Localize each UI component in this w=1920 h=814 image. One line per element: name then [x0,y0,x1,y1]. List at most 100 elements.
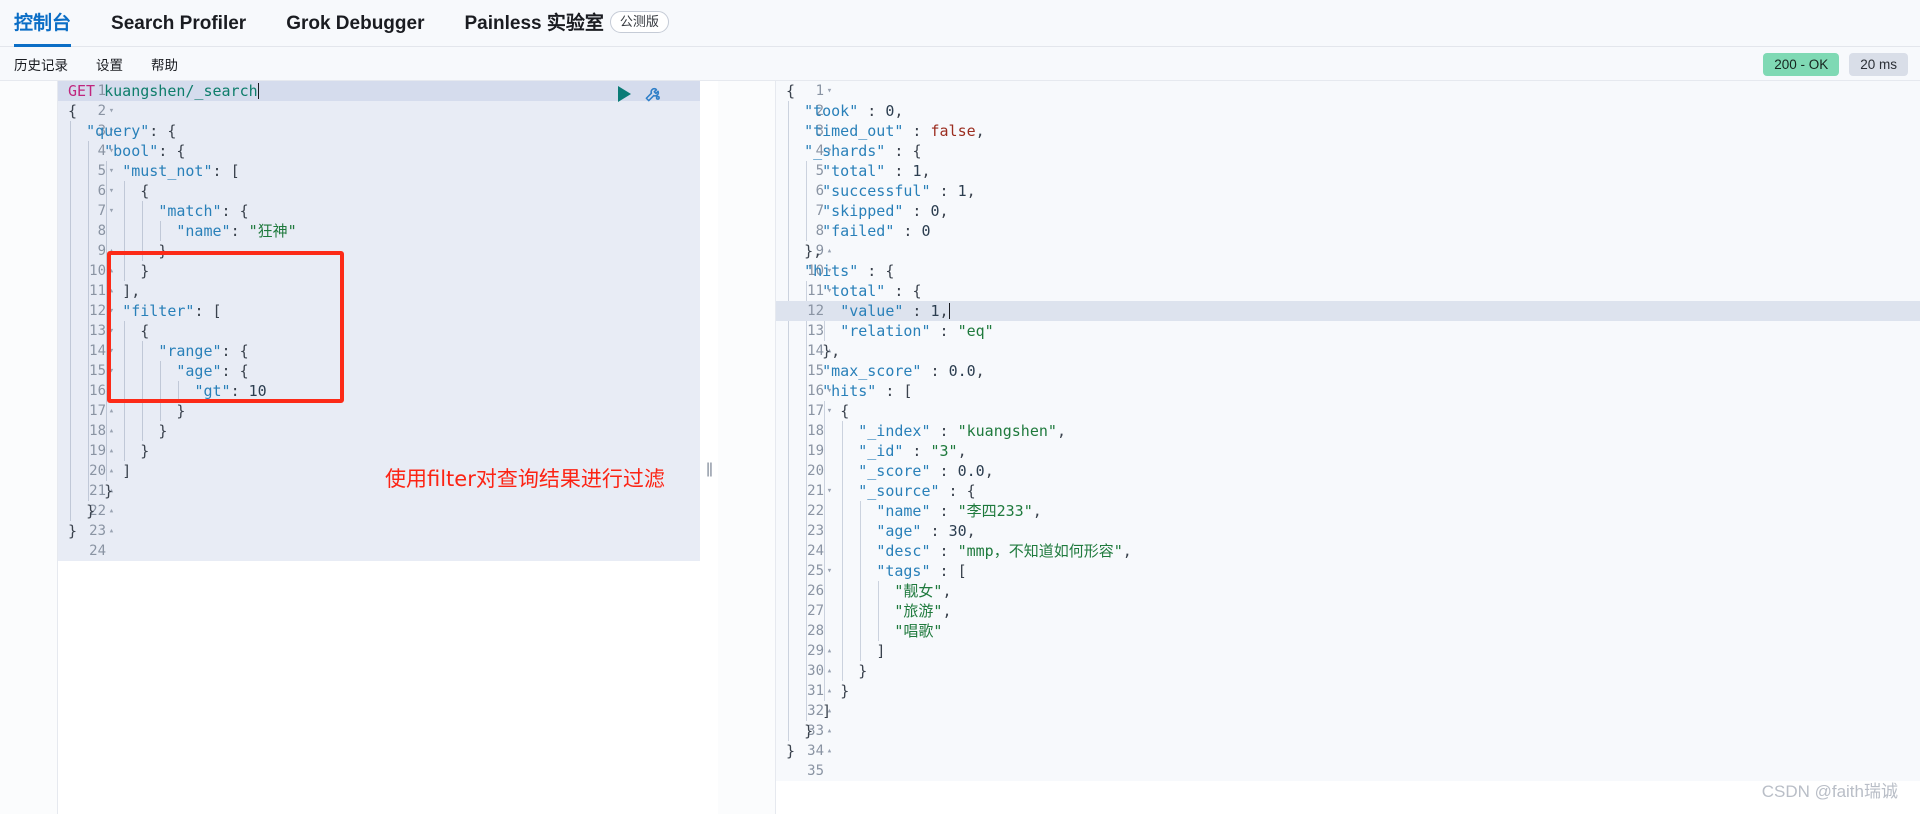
toolbar-settings[interactable]: 设置 [96,54,123,74]
code-line[interactable]: 24 [58,541,700,561]
code-text: "靓女", [894,582,952,600]
code-text: "gt": 10 [194,382,267,400]
code-line[interactable]: 14 ▾ "range": { [58,341,700,361]
tab-console[interactable]: 控制台 [14,0,72,47]
code-line[interactable]: 23 ▴} [58,521,700,541]
code-line[interactable]: 18 ▴ } [58,421,700,441]
code-line[interactable]: 5 ▾ "must_not": [ [58,161,700,181]
fold-toggle-icon[interactable]: ▾ [825,81,834,101]
fold-toggle-icon[interactable]: ▴ [825,721,834,741]
code-line[interactable]: 29 ▴ ] [776,641,1920,661]
tab-grok-debugger[interactable]: Grok Debugger [286,0,424,47]
code-line[interactable]: 16 ▾ "hits" : [ [776,381,1920,401]
fold-toggle-icon[interactable]: ▴ [825,241,834,261]
top-nav-bar: 控制台 Search Profiler Grok Debugger Painle… [0,0,1920,47]
code-text: } [158,242,168,260]
code-text: "_id" : "3", [858,442,967,460]
code-line[interactable]: 30 ▴ } [776,661,1920,681]
code-line[interactable]: 16 "gt": 10 [58,381,700,401]
annotation-text: 使用filter对查询结果进行过滤 [385,467,665,491]
code-line[interactable]: 23 "age" : 30, [776,521,1920,541]
wrench-icon[interactable] [644,84,663,103]
fold-toggle-icon[interactable]: ▴ [107,501,116,521]
code-line[interactable]: 5 "total" : 1, [776,161,1920,181]
code-line[interactable]: 17 ▴ } [58,401,700,421]
code-line[interactable]: 10 ▴ } [58,261,700,281]
code-line[interactable]: 3 "timed_out" : false, [776,121,1920,141]
code-line[interactable]: 11 ▴ ], [58,281,700,301]
code-text: "must_not": [ [122,162,240,180]
resize-grip-icon[interactable]: || [706,461,713,478]
code-line[interactable]: 32 ▴ ] [776,701,1920,721]
code-line[interactable]: 8 "failed" : 0 [776,221,1920,241]
code-line[interactable]: 26 "靓女", [776,581,1920,601]
code-line[interactable]: 11 ▾ "total" : { [776,281,1920,301]
request-code-area[interactable]: 1 GET kuangshen/_search 2 ▾ {3 ▾ "query": {4 ▾… [58,81,700,814]
fold-toggle-icon[interactable]: ▴ [107,521,116,541]
code-line[interactable]: 27 "旅游", [776,601,1920,621]
code-line[interactable]: 2 ▾ { [58,101,700,121]
response-editor[interactable]: 1 ▾ {2 "took" : 0, 3 "timed_out" : false, 4 ▾… [718,81,1920,814]
code-text: "name": "狂神" [176,222,297,240]
tab-painless-lab[interactable]: Painless 实验室 公测版 [465,0,669,47]
code-line[interactable]: 13 ▾ { [58,321,700,341]
code-line[interactable]: 8 "name": "狂神" [58,221,700,241]
code-line[interactable]: 33 ▴ } [776,721,1920,741]
tab-grok-debugger-label: Grok Debugger [286,12,425,34]
code-line[interactable]: 9 ▴ } [58,241,700,261]
code-text: "successful" : 1, [822,182,976,200]
code-text: "timed_out" : false, [804,122,985,140]
play-icon[interactable] [618,85,631,102]
code-text: } [68,522,78,540]
code-line[interactable]: 12 ▾ "filter": [ [58,301,700,321]
request-editor[interactable]: 1 GET kuangshen/_search 2 ▾ {3 ▾ "query": {4 ▾… [0,81,700,814]
code-line[interactable]: 22 ▴ } [58,501,700,521]
code-line[interactable]: 18 "_index" : "kuangshen", [776,421,1920,441]
code-line[interactable]: 31 ▴ } [776,681,1920,701]
code-line[interactable]: 3 ▾ "query": { [58,121,700,141]
code-line[interactable]: 19 "_id" : "3", [776,441,1920,461]
code-line[interactable]: 4 ▾ "bool": { [58,141,700,161]
code-line[interactable]: 1 GET kuangshen/_search [58,81,700,101]
code-line[interactable]: 34 ▴} [776,741,1920,761]
tab-search-profiler[interactable]: Search Profiler [111,0,246,47]
code-line[interactable]: 2 "took" : 0, [776,101,1920,121]
code-line[interactable]: 7 ▾ "match": { [58,201,700,221]
code-line[interactable]: 25 ▾ "tags" : [ [776,561,1920,581]
code-line[interactable]: 9 ▴ }, [776,241,1920,261]
code-text: GET kuangshen/_search [68,82,259,100]
code-line[interactable]: 28 "唱歌" [776,621,1920,641]
console-body: 1 GET kuangshen/_search 2 ▾{3 ▾ "query": {4 ▾… [0,81,1920,814]
code-line[interactable]: 15 ▾ "age": { [58,361,700,381]
code-line[interactable]: 22 "name" : "李四233", [776,501,1920,521]
code-line[interactable]: 19 ▴ } [58,441,700,461]
code-text: "failed" : 0 [822,222,931,240]
code-line[interactable]: 1 ▾ { [776,81,1920,101]
code-line[interactable]: 14 ▴ }, [776,341,1920,361]
response-code-area[interactable]: 1 ▾ {2 "took" : 0, 3 "timed_out" : false, 4 ▾… [776,81,1920,814]
code-text: { [140,182,150,200]
code-text: { [68,102,78,120]
toolbar-history[interactable]: 历史记录 [14,54,68,74]
fold-toggle-icon[interactable]: ▾ [107,101,116,121]
fold-toggle-icon[interactable] [825,761,834,781]
code-line[interactable]: 6 ▾ { [58,181,700,201]
code-line[interactable]: 20 "_score" : 0.0, [776,461,1920,481]
pane-resize-handle[interactable]: || [700,81,718,814]
code-line[interactable]: 24 "desc" : "mmp，不知道如何形容", [776,541,1920,561]
code-text: "query": { [86,122,177,140]
code-line[interactable]: 4 ▾ "_shards" : { [776,141,1920,161]
fold-toggle-icon[interactable] [107,541,116,561]
code-line[interactable]: 21 ▾ "_source" : { [776,481,1920,501]
code-line[interactable]: 13 "relation" : "eq" [776,321,1920,341]
toolbar-help[interactable]: 帮助 [151,54,178,74]
code-line[interactable]: 15 "max_score" : 0.0, [776,361,1920,381]
code-line[interactable]: 35 [776,761,1920,781]
fold-toggle-icon[interactable]: ▴ [825,741,834,761]
code-line[interactable]: 10 ▾ "hits" : { [776,261,1920,281]
code-line[interactable]: 7 "skipped" : 0, [776,201,1920,221]
code-text: } [804,722,814,740]
code-line[interactable]: 12 "value" : 1, [776,301,1920,321]
code-line[interactable]: 17 ▾ { [776,401,1920,421]
code-line[interactable]: 6 "successful" : 1, [776,181,1920,201]
